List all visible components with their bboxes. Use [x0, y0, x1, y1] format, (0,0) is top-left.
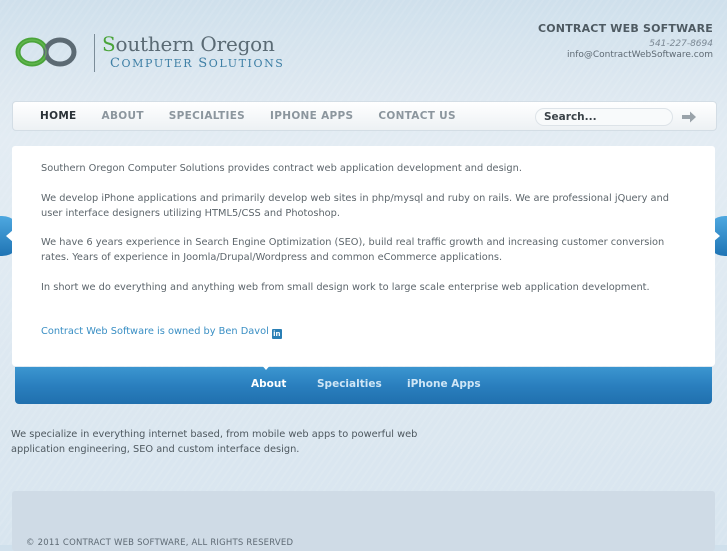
infinity-logo-icon: [15, 37, 77, 67]
owner-link[interactable]: Contract Web Software is owned by Ben Da…: [41, 326, 282, 339]
nav-item-contact-us[interactable]: CONTACT US: [378, 102, 456, 130]
contact-company-name: CONTRACT WEB SOFTWARE: [537, 22, 713, 35]
logo-divider: [94, 34, 95, 72]
main-nav: HOME ABOUT SPECIALTIES IPHONE APPS CONTA…: [12, 101, 717, 131]
logo-title: Southern Oregon: [102, 32, 275, 56]
nav-item-specialties[interactable]: SPECIALTIES: [169, 102, 245, 130]
panel-paragraph: Southern Oregon Computer Solutions provi…: [41, 163, 522, 174]
tab-about[interactable]: About: [251, 367, 286, 401]
nav-items: HOME ABOUT SPECIALTIES IPHONE APPS CONTA…: [40, 102, 481, 130]
panel-paragraph: In short we do everything and anything w…: [41, 282, 650, 293]
panel-paragraph: We develop iPhone applications and prima…: [41, 193, 669, 219]
contact-block: CONTRACT WEB SOFTWARE 541-227-8694 info@…: [538, 22, 713, 60]
footer-copyright: © 2011 CONTRACT WEB SOFTWARE, ALL RIGHTS…: [26, 538, 294, 548]
linkedin-icon[interactable]: in: [271, 329, 282, 339]
contact-phone: 541-227-8694: [649, 39, 713, 49]
content-panel: Southern Oregon Computer Solutions provi…: [12, 146, 715, 366]
search-input[interactable]: [535, 108, 673, 126]
tab-iphone-apps[interactable]: iPhone Apps: [407, 367, 481, 401]
nav-item-about[interactable]: ABOUT: [102, 102, 144, 130]
logo-subtitle: COMPUTER SOLUTIONS: [110, 56, 285, 71]
footer: © 2011 CONTRACT WEB SOFTWARE, ALL RIGHTS…: [12, 491, 715, 551]
intro-text: We specialize in everything internet bas…: [11, 429, 418, 455]
panel-paragraph: We have 6 years experience in Search Eng…: [41, 237, 665, 263]
site-logo[interactable]: Southern Oregon COMPUTER SOLUTIONS: [14, 30, 283, 76]
nav-item-iphone-apps[interactable]: IPHONE APPS: [270, 102, 353, 130]
contact-email-link[interactable]: info@ContractWebSoftware.com: [538, 50, 713, 60]
tab-bar: About Specialties iPhone Apps: [15, 363, 712, 404]
tab-specialties[interactable]: Specialties: [317, 367, 382, 401]
arrow-right-icon[interactable]: [681, 110, 697, 124]
nav-item-home[interactable]: HOME: [40, 102, 77, 130]
